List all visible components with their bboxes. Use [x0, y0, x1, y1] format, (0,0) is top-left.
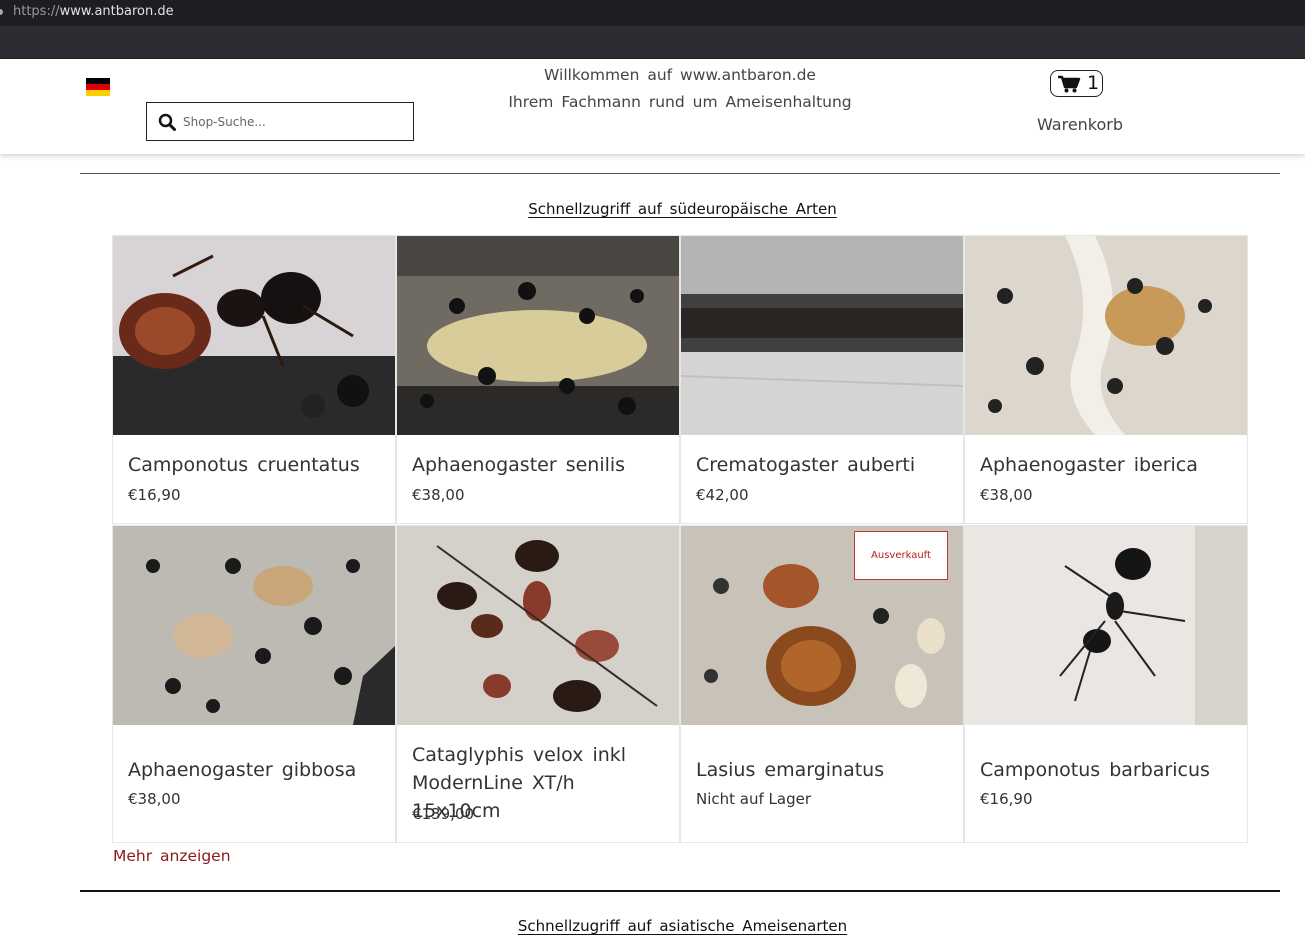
url-scheme: https://	[13, 4, 60, 19]
product-price: €38,00	[128, 790, 181, 808]
product-name[interactable]: Aphaenogaster gibbosa	[128, 756, 356, 784]
section-divider	[80, 173, 1280, 174]
cart-count: 1	[1087, 72, 1100, 94]
site-header: Willkommen auf www.antbaron.de Ihrem Fac…	[0, 59, 1305, 154]
search-input[interactable]	[183, 111, 403, 133]
cart-label[interactable]: Warenkorb	[1030, 115, 1130, 134]
sold-out-badge: Ausverkauft	[854, 531, 948, 580]
product-image[interactable]	[397, 236, 679, 435]
section-link-south-europe[interactable]: Schnellzugriff auf südeuropäische Arten	[528, 200, 837, 218]
product-name[interactable]: Lasius emarginatus	[696, 756, 884, 784]
product-card[interactable]: Camponotus cruentatus €16,90	[112, 235, 396, 524]
welcome-line-2: Ihrem Fachmann rund um Ameisenhaltung	[508, 93, 852, 111]
product-name[interactable]: Camponotus barbaricus	[980, 756, 1210, 784]
show-more-link[interactable]: Mehr anzeigen	[113, 847, 231, 865]
product-name[interactable]: Camponotus cruentatus	[128, 451, 360, 479]
shopping-cart-icon	[1058, 75, 1081, 93]
product-name[interactable]: Aphaenogaster iberica	[980, 451, 1198, 479]
german-flag-icon[interactable]	[86, 78, 110, 96]
welcome-line-1: Willkommen auf www.antbaron.de	[544, 66, 816, 84]
section-heading-south-europe: Schnellzugriff auf südeuropäische Arten	[30, 199, 1305, 218]
url-host: www.antbaron.de	[59, 4, 174, 19]
product-card[interactable]: Crematogaster auberti €42,00	[680, 235, 964, 524]
browser-url-bar[interactable]: https://www.antbaron.de	[0, 0, 1305, 26]
section-divider	[80, 890, 1280, 892]
product-image[interactable]	[965, 526, 1247, 725]
flag-stripe-gold	[86, 90, 110, 96]
product-price: €42,00	[696, 486, 749, 504]
product-image[interactable]	[965, 236, 1247, 435]
browser-toolbar	[0, 26, 1305, 59]
search-icon[interactable]	[158, 113, 176, 131]
product-image[interactable]	[681, 236, 963, 435]
shop-search-box[interactable]	[146, 102, 414, 141]
product-image[interactable]	[397, 526, 679, 725]
product-card[interactable]: Ausverkauft Lasius emarginatus Nicht auf…	[680, 525, 964, 843]
product-price: €38,00	[412, 486, 465, 504]
welcome-message: Willkommen auf www.antbaron.de Ihrem Fac…	[480, 62, 880, 116]
product-price: €16,90	[980, 790, 1033, 808]
section-heading-asia: Schnellzugriff auf asiatische Ameisenart…	[30, 916, 1305, 935]
product-price: €139,00	[412, 805, 475, 823]
page-icon	[0, 9, 3, 15]
section-link-asia[interactable]: Schnellzugriff auf asiatische Ameisenart…	[518, 917, 847, 935]
product-card[interactable]: Cataglyphis velox inkl ModernLine XT/h 1…	[396, 525, 680, 843]
product-name[interactable]: Aphaenogaster senilis	[412, 451, 625, 479]
product-image[interactable]	[113, 526, 395, 725]
product-image[interactable]	[113, 236, 395, 435]
product-card[interactable]: Aphaenogaster iberica €38,00	[964, 235, 1248, 524]
product-card[interactable]: Camponotus barbaricus €16,90	[964, 525, 1248, 843]
cart-button[interactable]: 1	[1050, 70, 1103, 97]
product-card[interactable]: Aphaenogaster senilis €38,00	[396, 235, 680, 524]
product-stock-status: Nicht auf Lager	[696, 790, 812, 808]
product-price: €38,00	[980, 486, 1033, 504]
product-price: €16,90	[128, 486, 181, 504]
product-card[interactable]: Aphaenogaster gibbosa €38,00	[112, 525, 396, 843]
product-name[interactable]: Crematogaster auberti	[696, 451, 915, 479]
